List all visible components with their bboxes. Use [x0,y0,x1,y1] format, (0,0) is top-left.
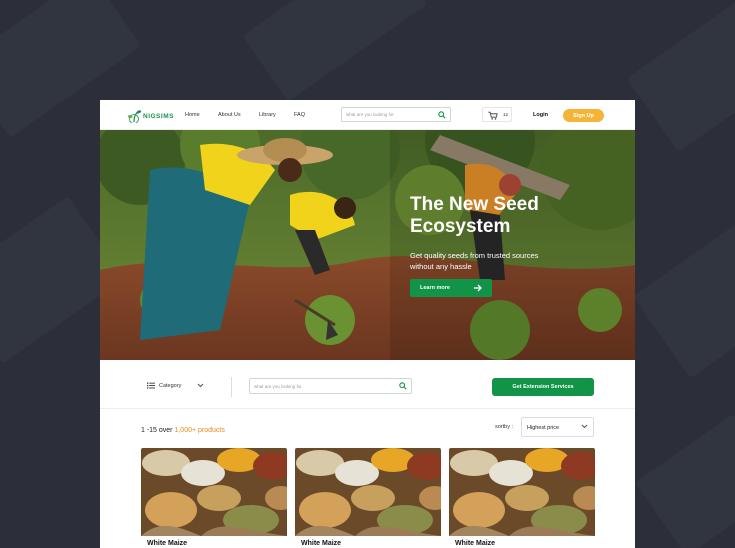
seed-sacks-image [449,448,595,536]
arrow-right-icon [474,284,482,292]
learn-more-button[interactable]: Learn more [410,279,492,297]
product-card[interactable]: White Maize [449,448,595,548]
backdrop-tile [635,413,735,548]
category-label: Category [159,382,182,389]
signup-button[interactable]: Sign Up [563,109,604,122]
search-icon[interactable] [438,111,446,119]
cart-count-badge: 12 [503,112,509,117]
learn-more-label: Learn more [420,285,450,291]
sort-value: Highest price [527,425,560,431]
nav-about-us[interactable]: About Us [218,112,241,118]
results-count-highlight: 1,000+ products [174,427,225,434]
site-logo[interactable]: NIGSIMS [126,108,174,124]
nav-library[interactable]: Library [259,112,276,118]
cart-icon [488,111,498,120]
seed-sacks-image [295,448,441,536]
sort-label: sortby : [495,424,514,430]
hero-title: The New Seed Ecosystem [410,194,539,237]
hero-farmers-image [100,130,635,360]
product-card[interactable]: White Maize [295,448,441,548]
logo-wordmark: NIGSIMS [143,112,174,120]
product-name: White Maize [147,540,188,547]
backdrop-tile [633,221,735,379]
filter-divider [231,377,232,397]
cart-button[interactable]: 12 [482,107,512,122]
filter-bar: Category what are you looking for Get Ex… [100,360,635,409]
site-header: NIGSIMS Home About Us Library FAQ what a… [100,100,635,130]
login-link[interactable]: Login [533,112,548,118]
leaf-logo-icon [127,110,142,123]
product-name: White Maize [455,540,496,547]
list-icon [147,382,155,389]
hero-subtitle: Get quality seeds from trusted sources w… [410,251,539,271]
backdrop-tile [626,0,735,153]
search-placeholder: what are you looking for [346,112,394,117]
backdrop-tile [242,0,428,102]
product-card[interactable]: White Maize [141,448,287,548]
nav-home[interactable]: Home [185,112,200,118]
search-placeholder: what are you looking for [254,384,302,389]
product-search-input[interactable]: what are you looking for [249,378,412,394]
chevron-down-icon [581,424,588,429]
sort-select[interactable]: Highest price [521,417,594,437]
header-search-input[interactable]: what are you looking for [341,107,451,122]
hero-banner: The New Seed Ecosystem Get quality seeds… [100,130,635,360]
nav-faq[interactable]: FAQ [294,112,305,118]
search-icon[interactable] [399,382,407,390]
product-name: White Maize [301,540,342,547]
seed-sacks-image [141,448,287,536]
category-dropdown[interactable]: Category [147,382,204,389]
chevron-down-icon [197,383,204,388]
extension-services-button[interactable]: Get Extension Services [492,378,594,396]
results-count: 1 -15 over 1,000+ products [141,427,225,434]
results-count-prefix: 1 -15 over [141,427,175,434]
browser-page: NIGSIMS Home About Us Library FAQ what a… [100,100,635,548]
